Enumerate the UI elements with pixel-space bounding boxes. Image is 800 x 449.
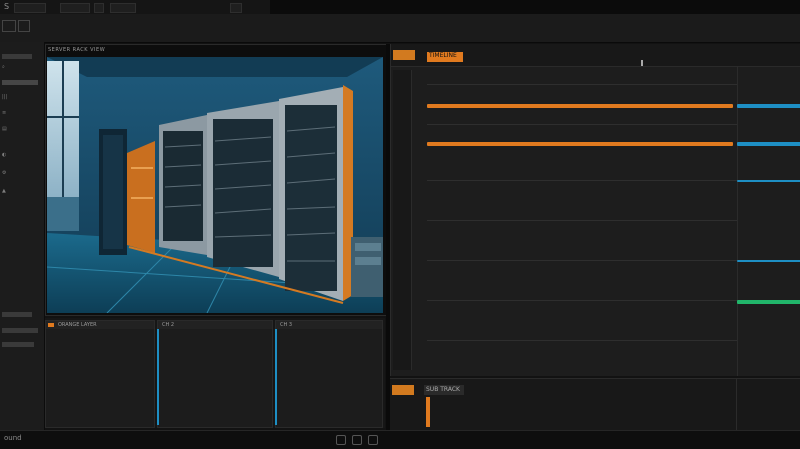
- viewer-title: SERVER RACK VIEW: [48, 47, 106, 53]
- panel-item-6[interactable]: ▲: [2, 188, 6, 194]
- monitor-3[interactable]: CH 3: [275, 320, 383, 428]
- monitor-header: ORANGE LAYER: [46, 321, 154, 329]
- monitor-label: ORANGE LAYER: [58, 322, 97, 328]
- green-clip[interactable]: [737, 300, 800, 304]
- layout-icon[interactable]: [18, 20, 30, 32]
- blue-edge: [157, 329, 159, 425]
- timeline-title: TIMELINE: [429, 52, 457, 59]
- image-viewer: SERVER RACK VIEW: [45, 44, 387, 316]
- orange-clip-2[interactable]: [427, 142, 733, 146]
- timeline-separator: [737, 66, 738, 376]
- monitor-header: CH 2: [158, 321, 272, 329]
- track-line: [427, 340, 737, 341]
- playhead-icon[interactable]: [641, 60, 643, 66]
- timeline-header: TIMELINE: [391, 44, 800, 67]
- panel-item-4[interactable]: ◐: [2, 152, 6, 158]
- track-line: [427, 300, 737, 301]
- blue-clip-1[interactable]: [737, 104, 800, 108]
- panel-row[interactable]: [2, 54, 32, 59]
- blue-edge: [275, 329, 277, 425]
- panel-row[interactable]: [2, 80, 38, 85]
- panel-row[interactable]: [2, 312, 32, 317]
- toolbar: [0, 14, 800, 43]
- monitor-label: CH 2: [162, 322, 175, 328]
- server-room-illustration: [47, 57, 383, 313]
- orange-tab[interactable]: [392, 385, 414, 395]
- blue-clip-3[interactable]: [737, 180, 800, 182]
- status-text: ound: [4, 434, 22, 442]
- sub-timeline-title: SUB TRACK: [426, 386, 460, 393]
- panel-row[interactable]: [2, 342, 34, 347]
- orange-marker-icon: [48, 323, 54, 327]
- panel-row[interactable]: [2, 328, 38, 333]
- menu-field[interactable]: [14, 3, 46, 13]
- track-line: [427, 260, 737, 261]
- gear-icon[interactable]: [2, 20, 16, 32]
- track-line: [427, 124, 737, 125]
- sub-timeline-panel: SUB TRACK: [390, 378, 800, 431]
- orange-clip-1[interactable]: [427, 104, 733, 108]
- menu-field-2[interactable]: [60, 3, 90, 13]
- app-icon: S: [4, 2, 10, 11]
- orange-playhead[interactable]: [426, 397, 430, 427]
- menu-field-3[interactable]: [110, 3, 136, 13]
- monitor-label: CH 3: [280, 322, 293, 328]
- play-icon[interactable]: [336, 435, 346, 445]
- panel-item-2[interactable]: ≡: [2, 110, 6, 116]
- panel-item-5[interactable]: ⚙: [2, 170, 6, 176]
- track-header-column: [393, 70, 412, 370]
- track-line: [427, 84, 737, 85]
- sub-separator: [736, 379, 737, 431]
- window-controls-icon[interactable]: [230, 3, 242, 13]
- status-bar: ound: [0, 430, 800, 449]
- server-room-image: [47, 57, 383, 313]
- stop-icon[interactable]: [352, 435, 362, 445]
- monitor-strip: ORANGE LAYER CH 2 CH 3: [45, 318, 385, 428]
- track-line: [427, 180, 737, 181]
- monitor-1[interactable]: ORANGE LAYER: [45, 320, 155, 428]
- orange-tab[interactable]: [393, 50, 415, 60]
- folder-icon[interactable]: [94, 3, 104, 13]
- title-bar: S: [0, 0, 800, 14]
- panel-item-0[interactable]: ⌕: [2, 64, 5, 70]
- track-line: [427, 220, 737, 221]
- loop-icon[interactable]: [368, 435, 378, 445]
- blue-clip-4[interactable]: [737, 260, 800, 262]
- timeline-panel: TIMELINE: [390, 44, 800, 376]
- monitor-header: CH 3: [276, 321, 382, 329]
- panel-item-1[interactable]: |||: [2, 94, 7, 100]
- panel-item-3[interactable]: ▤: [2, 126, 7, 132]
- blue-clip-2[interactable]: [737, 142, 800, 146]
- left-panel: ⌕ ||| ≡ ▤ ◐ ⚙ ▲: [0, 42, 45, 448]
- monitor-2[interactable]: CH 2: [157, 320, 273, 428]
